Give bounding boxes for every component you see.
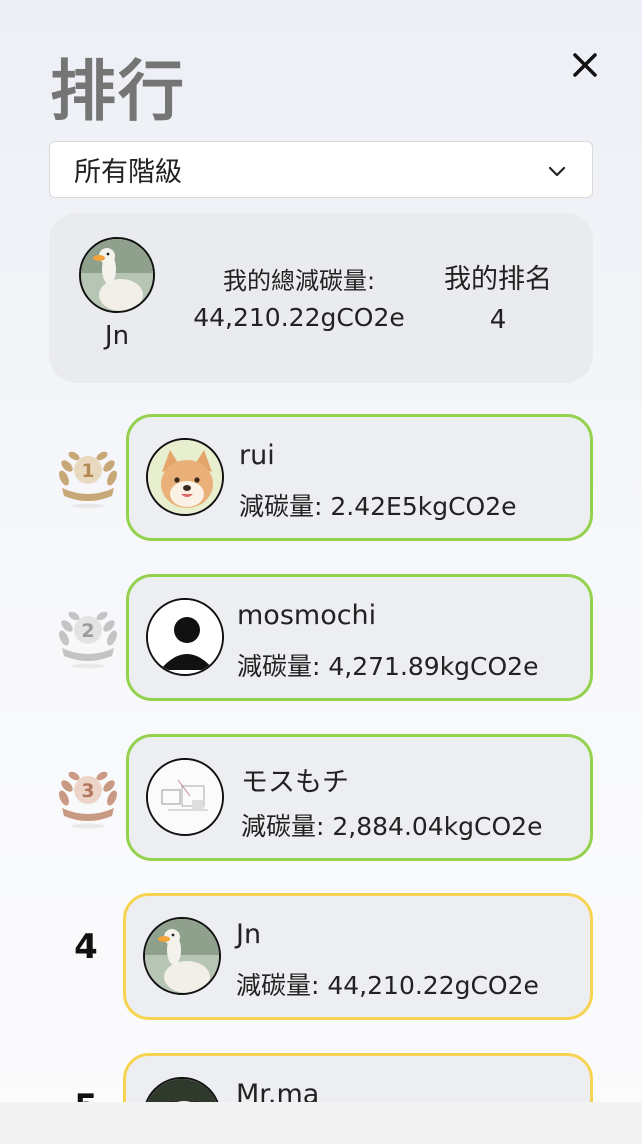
my-summary-card: Jn 我的總減碳量: 44,210.22gCO2e 我的排名 4 — [49, 213, 593, 383]
entry-value: 減碳量: 4,271.89kgCO2e — [237, 652, 539, 681]
entry-name: Mr.ma — [236, 1079, 320, 1102]
close-icon — [573, 53, 597, 77]
entry-name: rui — [239, 440, 275, 471]
level-filter-select[interactable]: 所有階級 — [49, 141, 593, 198]
dog-avatar — [143, 1077, 221, 1102]
svg-text:1: 1 — [81, 460, 94, 482]
leaderboard-row: 3 モスもチ 減碳量: 2,884.04kgCO2e — [0, 734, 642, 864]
my-total-value: 44,210.22gCO2e — [193, 303, 405, 332]
page-title: 排行 — [50, 53, 186, 130]
svg-text:2: 2 — [81, 620, 94, 642]
leaderboard-row: 5 Mr.ma — [0, 1053, 642, 1102]
svg-text:3: 3 — [81, 780, 94, 802]
chevron-down-icon — [548, 166, 566, 177]
my-name: Jn — [104, 321, 130, 351]
default-person-avatar — [146, 598, 224, 676]
leaderboard-row: 4 Jn 減碳量: 44,210.22gCO2e — [0, 893, 642, 1023]
leaderboard-entry-card[interactable]: rui 減碳量: 2.42E5kgCO2e — [126, 414, 593, 541]
bottom-bar — [0, 1102, 642, 1144]
entry-value: 減碳量: 2,884.04kgCO2e — [241, 812, 543, 841]
entry-name: mosmochi — [237, 600, 377, 631]
leaderboard-entry-card[interactable]: モスもチ 減碳量: 2,884.04kgCO2e — [126, 734, 593, 861]
leaderboard-row: 2 mosmochi 減碳量: 4,271.89kgCO2e — [0, 574, 642, 704]
close-button[interactable] — [566, 46, 604, 84]
leaderboard-entry-card[interactable]: Mr.ma — [123, 1053, 593, 1102]
bronze-laurel-icon: 3 — [59, 771, 117, 829]
leaderboard-list[interactable]: 1 rui 減碳量: 2.42E5kgCO2e 2 mosmochi 減碳量: … — [0, 400, 642, 1102]
leaderboard-entry-card[interactable]: Jn 減碳量: 44,210.22gCO2e — [123, 893, 593, 1020]
entry-value: 減碳量: 2.42E5kgCO2e — [239, 492, 517, 521]
leaderboard-entry-card[interactable]: mosmochi 減碳量: 4,271.89kgCO2e — [126, 574, 593, 701]
sketch-avatar — [146, 758, 224, 836]
rank-number: 4 — [74, 927, 98, 967]
leaderboard-row: 1 rui 減碳量: 2.42E5kgCO2e — [0, 414, 642, 544]
entry-name: モスもチ — [241, 767, 349, 798]
entry-value: 減碳量: 44,210.22gCO2e — [236, 971, 539, 1000]
entry-name: Jn — [236, 919, 262, 950]
goose-plush-avatar — [143, 917, 221, 995]
rank-number: 5 — [56, 1087, 116, 1102]
gold-laurel-icon: 1 — [59, 451, 117, 509]
my-avatar — [79, 237, 155, 313]
level-filter-value: 所有階級 — [74, 157, 182, 188]
shiba-dog-avatar — [146, 438, 224, 516]
my-total-label: 我的總減碳量: — [222, 267, 376, 295]
silver-laurel-icon: 2 — [59, 611, 117, 669]
my-rank-value: 4 — [489, 305, 507, 335]
my-rank-label: 我的排名 — [444, 264, 552, 295]
